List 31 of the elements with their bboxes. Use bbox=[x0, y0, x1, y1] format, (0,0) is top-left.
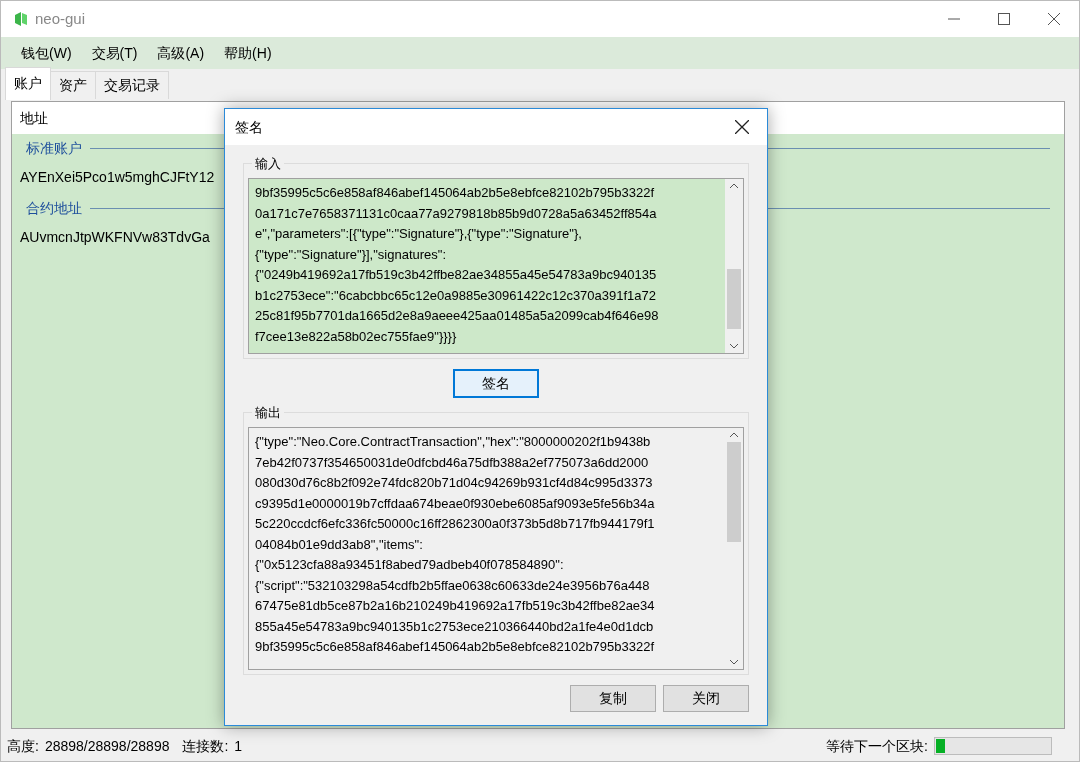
group-header: 标准账户 bbox=[26, 139, 82, 158]
maximize-icon bbox=[998, 13, 1010, 25]
menu-item[interactable]: 帮助(H) bbox=[214, 42, 282, 64]
scroll-up-icon[interactable] bbox=[729, 432, 739, 438]
block-height: 28898/28898/28898 bbox=[44, 736, 170, 756]
address-row[interactable]: AUvmcnJtpWKFNVw83TdvGa bbox=[12, 219, 218, 254]
sign-button[interactable]: 签名 bbox=[453, 369, 539, 398]
connection-count: 1 bbox=[234, 736, 243, 756]
group-header: 合约地址 bbox=[26, 199, 82, 218]
close-icon bbox=[735, 120, 749, 134]
text-area[interactable]: {"type":"Neo.Core.ContractTransaction","hex":"8000000202f1b9438b 7eb42f0737f354650031de0dfcbd46a75dfb388a2ef775073a6dd2000 080d30d76c8b2f092e74fdc820b71d04c94269b931cf4d84c995d3373 c9395d1e0000019b7cffdaa674beae0f930ebe6085af9093e5fe56b34a 5c220ccdcf6efc336fc50000c16ff2862300a0f373b5d8b717fb944179f1 04084b01e9dd3ab8","items": {"0x5123cfa88a93451f8abed79adbeb40f078584890": {"script":"532103298a54cdfb2b5ffae0638c60633de24e3956b76a448 67475e81db5ce87b2a16b210249b419692a17fb519c3b42ffbe82ae34 855a45e54783a9bc940135b1c2753ece210366440bd2a1fe4e0d1dcb 9bf35995c5c6e858af846abef145064ab2b5e8ebfce82102b795b3322f bbox=[248, 427, 744, 670]
scroll-down-icon[interactable] bbox=[729, 659, 739, 665]
scroll-up-icon[interactable] bbox=[729, 183, 739, 189]
menu-item[interactable]: 高级(A) bbox=[147, 42, 215, 64]
scrollbar[interactable] bbox=[725, 179, 743, 353]
address-row[interactable]: AYEnXei5Pco1w5mghCJFtY12 bbox=[12, 159, 223, 194]
status-label: 连接数: bbox=[182, 736, 229, 756]
scroll-down-icon[interactable] bbox=[729, 343, 739, 349]
close-icon bbox=[1048, 13, 1060, 25]
menu-item[interactable]: 交易(T) bbox=[81, 42, 148, 64]
app-logo-icon bbox=[13, 11, 29, 27]
status-label: 等待下一个区块: bbox=[826, 736, 928, 756]
tab[interactable]: 账户 bbox=[5, 67, 51, 100]
menu-item[interactable]: 钱包(W) bbox=[11, 42, 82, 64]
text-area[interactable]: 9bf35995c5c6e858af846abef145064ab2b5e8ebfce82102b795b3322f 0a171c7e7658371131c0caa77a9279818b85b9d0728a5a63452ff854a e","parameters":[{"type":"Signature"},{"type":"Signature"}, {"type":"Signature"}],"signatures": {"0249b419692a17fb519c3b42ffbe82ae34855a45e54783a9bc940135 b1c2753ece":"6cabcbbc65c12e0a9885e30961422c12c370a391f1a72 25c81f95b7701da1665d2e8a9aeee425aa01485a5a2099cab4f646e98 f7cee13e822a58b02ec755fae9"}}}} bbox=[248, 178, 744, 354]
window-title: neo-gui bbox=[35, 8, 86, 29]
dialog-title: 签名 bbox=[235, 117, 263, 137]
close-dialog-button[interactable]: 关闭 bbox=[663, 685, 749, 712]
status-label: 高度: bbox=[7, 736, 39, 756]
tab[interactable]: 交易记录 bbox=[95, 71, 169, 99]
copy-button[interactable]: 复制 bbox=[570, 685, 656, 712]
